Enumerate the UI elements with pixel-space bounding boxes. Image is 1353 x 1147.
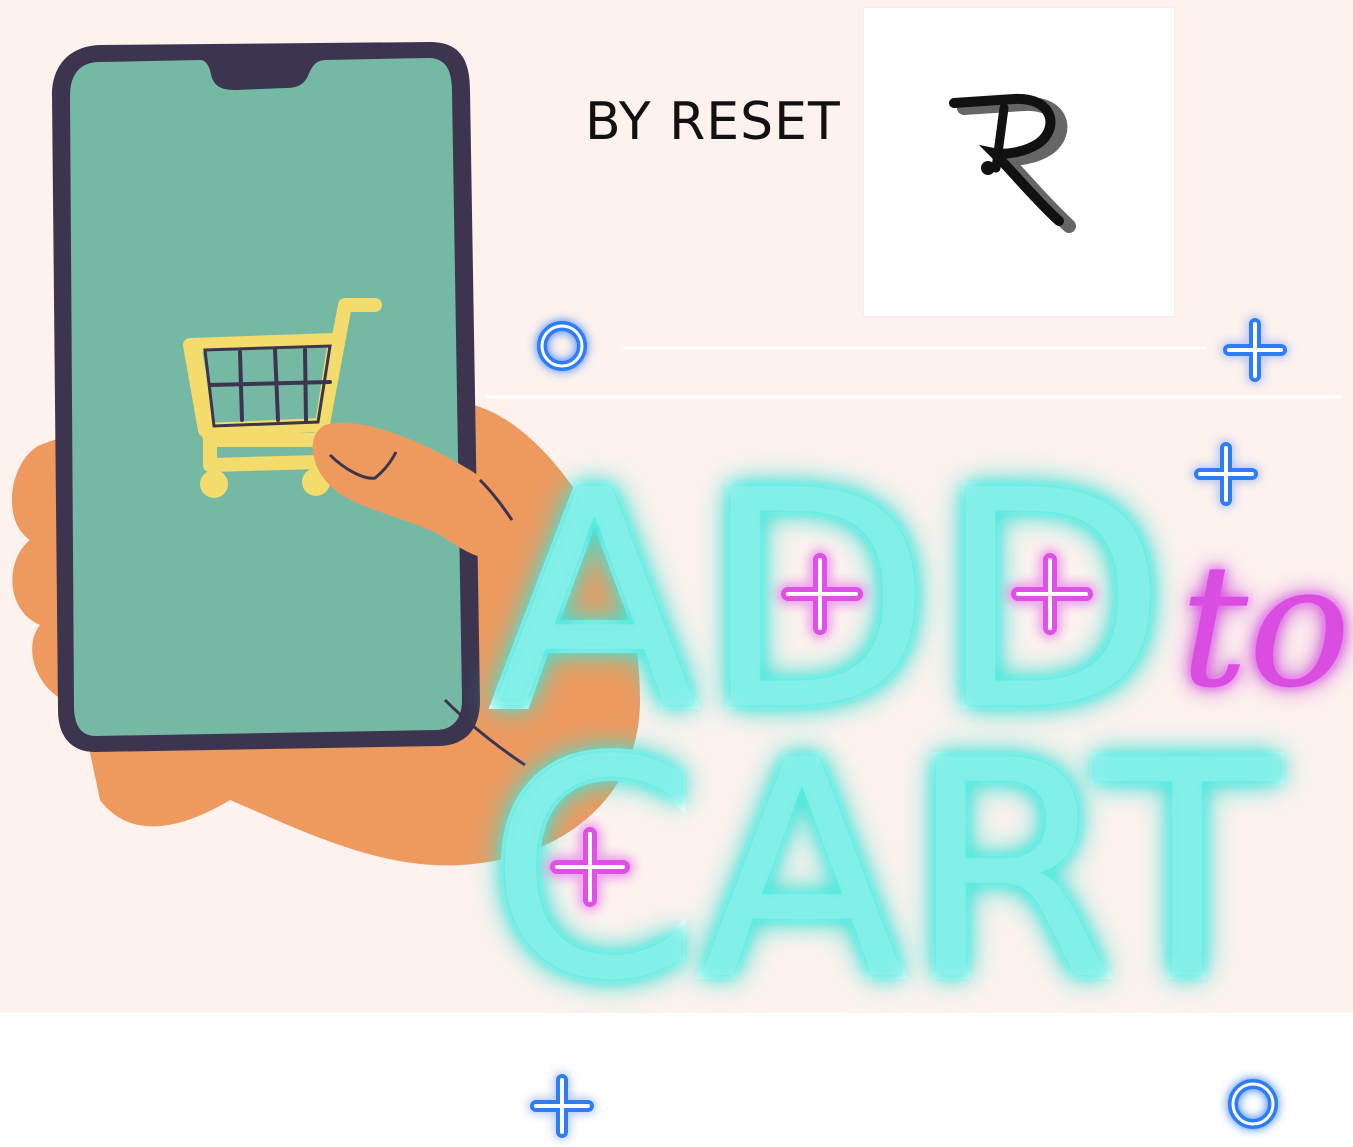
- magenta-plus-layer: [550, 553, 1093, 907]
- plus-icon: [781, 553, 863, 635]
- plus-icon: [1011, 553, 1093, 635]
- plus-icon: [550, 827, 630, 907]
